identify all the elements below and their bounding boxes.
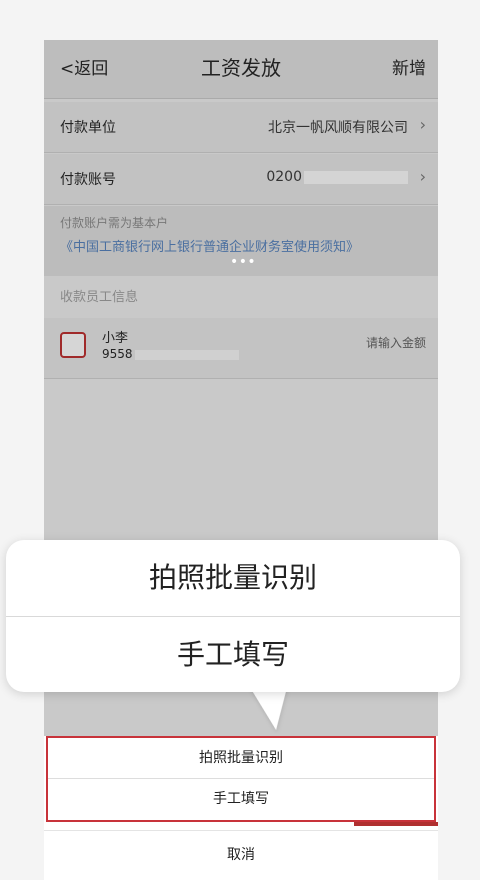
- payer-account-value-wrap: 0200: [266, 169, 408, 185]
- manual-entry-button[interactable]: 手工填写: [48, 779, 434, 819]
- chevron-right-icon: ›: [419, 167, 426, 186]
- payer-unit-value: 北京一帆风顺有限公司: [268, 120, 408, 136]
- payer-unit-label: 付款单位: [60, 120, 116, 136]
- account-notice: 付款账户需为基本户 《中国工商银行网上银行普通企业财务室使用须知》 • • •: [44, 206, 438, 276]
- masked-digits: [134, 349, 239, 360]
- employee-checkbox[interactable]: [60, 332, 86, 358]
- highlight-box: 拍照批量识别 手工填写: [46, 736, 436, 822]
- payer-account-label: 付款账号: [60, 172, 116, 188]
- payer-unit-row[interactable]: 付款单位 北京一帆风顺有限公司 ›: [44, 102, 438, 153]
- notice-hint: 付款账户需为基本户: [60, 216, 169, 230]
- employee-account: 9558: [102, 347, 133, 361]
- payer-account-value: 0200: [266, 169, 302, 185]
- callout-manual-entry-option: 手工填写: [176, 638, 289, 671]
- cancel-button[interactable]: 取消: [44, 830, 438, 880]
- callout-photo-batch-option: 拍照批量识别: [6, 540, 460, 617]
- action-sheet: 拍照批量识别 手工填写 取消: [44, 736, 438, 880]
- loading-spinner-icon: • • •: [230, 254, 256, 270]
- employee-account-wrap: 9558: [102, 347, 239, 361]
- chevron-right-icon: ›: [419, 115, 426, 134]
- section-title: 收款员工信息: [60, 290, 139, 305]
- page-title: 工资发放: [201, 56, 281, 80]
- employee-name: 小李: [102, 331, 129, 346]
- masked-digits: [304, 170, 408, 184]
- nav-bar: <返回 工资发放 新增: [44, 40, 438, 99]
- magnified-callout: 拍照批量识别 手工填写: [6, 540, 460, 692]
- add-button[interactable]: 新增: [392, 54, 426, 79]
- employee-row[interactable]: 小李 9558 请输入金额: [44, 318, 438, 379]
- amount-input[interactable]: 请输入金额: [366, 334, 426, 351]
- phone-screen: <返回 工资发放 新增 付款单位 北京一帆风顺有限公司 › 付款账号 0200 …: [44, 40, 438, 880]
- terms-link[interactable]: 《中国工商银行网上银行普通企业财务室使用须知》: [60, 236, 359, 255]
- photo-batch-button[interactable]: 拍照批量识别: [48, 738, 434, 779]
- accent-bar: [354, 822, 438, 826]
- payer-account-row[interactable]: 付款账号 0200 ›: [44, 154, 438, 205]
